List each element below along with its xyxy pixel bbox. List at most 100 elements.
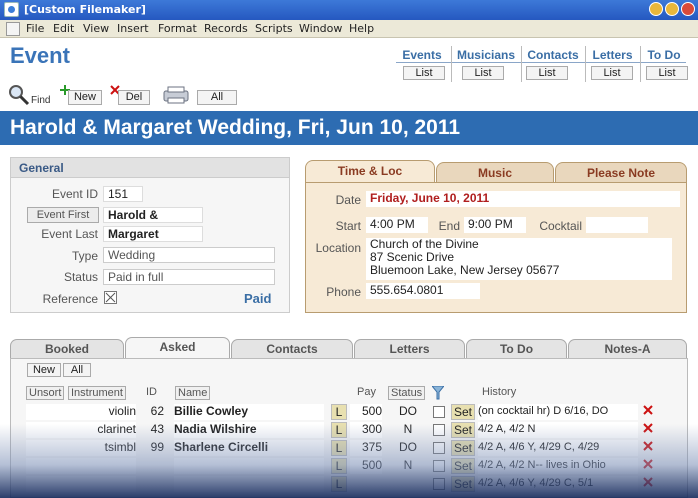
tab-time-loc[interactable]: Time & Loc [305,160,435,183]
letter-button[interactable]: L [331,404,347,420]
name-cell[interactable] [174,476,324,492]
history-cell[interactable]: 4/2 A, 4/2 N [478,422,638,438]
row-checkbox[interactable] [433,460,445,472]
unsort-button[interactable]: Unsort [26,386,65,400]
set-button[interactable]: Set [451,422,475,438]
name-cell[interactable]: Sharlene Circelli [174,440,324,456]
new-button[interactable]: New [68,90,102,105]
status-cell[interactable]: N [388,422,428,438]
set-button[interactable]: Set [451,458,475,474]
musicians-list-button[interactable]: List [462,66,504,80]
pay-cell[interactable]: 500 [350,404,382,420]
row-checkbox[interactable] [433,478,445,490]
name-cell[interactable] [174,458,324,474]
tab-notes-a[interactable]: Notes-A [568,339,687,359]
history-cell[interactable]: 4/2 A, 4/6 Y, 4/29 C, 4/29 [478,440,638,456]
nav-letters-link[interactable]: Letters [587,48,638,62]
asked-new-button[interactable]: New [27,363,61,377]
contacts-list-button[interactable]: List [526,66,568,80]
event-first-field[interactable]: Harold & [103,207,203,223]
nav-musicians-link[interactable]: Musicians [453,48,519,62]
instrument-cell[interactable]: tsimbl [26,440,136,456]
nav-todo-link[interactable]: To Do [642,48,686,62]
pay-cell[interactable]: 500 [350,458,382,474]
delete-row-icon[interactable] [642,476,654,492]
tab-music[interactable]: Music [436,162,554,184]
location-field[interactable]: Church of the Divine 87 Scenic Drive Blu… [366,238,672,280]
type-field[interactable]: Wedding [103,247,275,263]
letter-button[interactable]: L [331,422,347,438]
maximize-icon[interactable] [665,2,679,16]
date-field[interactable]: Friday, June 10, 2011 [366,191,680,207]
find-label[interactable]: Find [31,95,50,106]
menu-help[interactable]: Help [349,22,374,35]
tab-asked[interactable]: Asked [125,337,230,359]
status-cell[interactable]: N [388,458,428,474]
menu-insert[interactable]: Insert [117,22,149,35]
reference-checkbox[interactable] [104,291,117,304]
set-button[interactable]: Set [451,476,475,492]
nav-contacts-link[interactable]: Contacts [523,48,583,62]
status-cell[interactable]: DO [388,404,428,420]
menu-format[interactable]: Format [158,22,197,35]
all-button[interactable]: All [197,90,237,105]
cocktail-field[interactable] [586,217,648,233]
status-sort-button[interactable]: Status [388,386,426,400]
tab-booked[interactable]: Booked [10,339,124,359]
phone-field[interactable]: 555.654.0801 [366,283,480,299]
delete-row-icon[interactable] [642,458,654,474]
name-cell[interactable]: Billie Cowley [174,404,324,420]
instrument-sort-button[interactable]: Instrument [68,386,126,400]
row-checkbox[interactable] [433,424,445,436]
row-checkbox[interactable] [433,442,445,454]
instrument-cell[interactable]: clarinet [26,422,136,438]
delete-row-icon[interactable] [642,440,654,456]
menu-records[interactable]: Records [204,22,248,35]
menu-edit[interactable]: Edit [53,22,74,35]
instrument-cell[interactable] [26,476,136,492]
end-field[interactable]: 9:00 PM [464,217,526,233]
doc-icon[interactable] [6,22,20,36]
tab-letters[interactable]: Letters [354,339,465,359]
delete-row-icon[interactable] [642,422,654,438]
close-icon[interactable] [681,2,695,16]
menu-view[interactable]: View [83,22,109,35]
filter-funnel-icon[interactable] [430,385,446,400]
letter-button[interactable]: L [331,440,347,456]
letter-button[interactable]: L [331,458,347,474]
delete-button[interactable]: Del [118,90,150,105]
menu-scripts[interactable]: Scripts [255,22,293,35]
set-button[interactable]: Set [451,404,475,420]
history-cell[interactable]: 4/2 A, 4/2 N-- lives in Ohio [478,458,638,474]
instrument-cell[interactable]: violin [26,404,136,420]
find-magnifier-icon[interactable] [8,84,30,106]
event-last-field[interactable]: Margaret [103,226,203,242]
name-cell[interactable]: Nadia Wilshire [174,422,324,438]
asked-all-button[interactable]: All [63,363,91,377]
menu-window[interactable]: Window [299,22,342,35]
nav-events-link[interactable]: Events [396,48,448,62]
events-list-button[interactable]: List [403,66,445,80]
start-field[interactable]: 4:00 PM [366,217,428,233]
event-id-field[interactable]: 151 [103,186,143,202]
pay-cell[interactable]: 375 [350,440,382,456]
tab-todo[interactable]: To Do [466,339,567,359]
history-cell[interactable]: (on cocktail hr) D 6/16, DO [478,404,638,420]
delete-row-icon[interactable] [642,404,654,420]
event-first-button[interactable]: Event First [27,207,99,223]
letters-list-button[interactable]: List [591,66,633,80]
set-button[interactable]: Set [451,440,475,456]
row-checkbox[interactable] [433,406,445,418]
name-sort-button[interactable]: Name [175,386,211,400]
tab-contacts[interactable]: Contacts [231,339,353,359]
history-cell[interactable]: 4/2 A, 4/6 Y, 4/29 C, 5/1 [478,476,638,492]
status-field[interactable]: Paid in full [103,269,275,285]
instrument-cell[interactable] [26,458,136,474]
tab-please-note[interactable]: Please Note [555,162,687,184]
status-cell[interactable]: DO [388,440,428,456]
letter-button[interactable]: L [331,476,347,492]
pay-cell[interactable]: 300 [350,422,382,438]
minimize-icon[interactable] [649,2,663,16]
menu-file[interactable]: File [26,22,44,35]
todo-list-button[interactable]: List [646,66,688,80]
